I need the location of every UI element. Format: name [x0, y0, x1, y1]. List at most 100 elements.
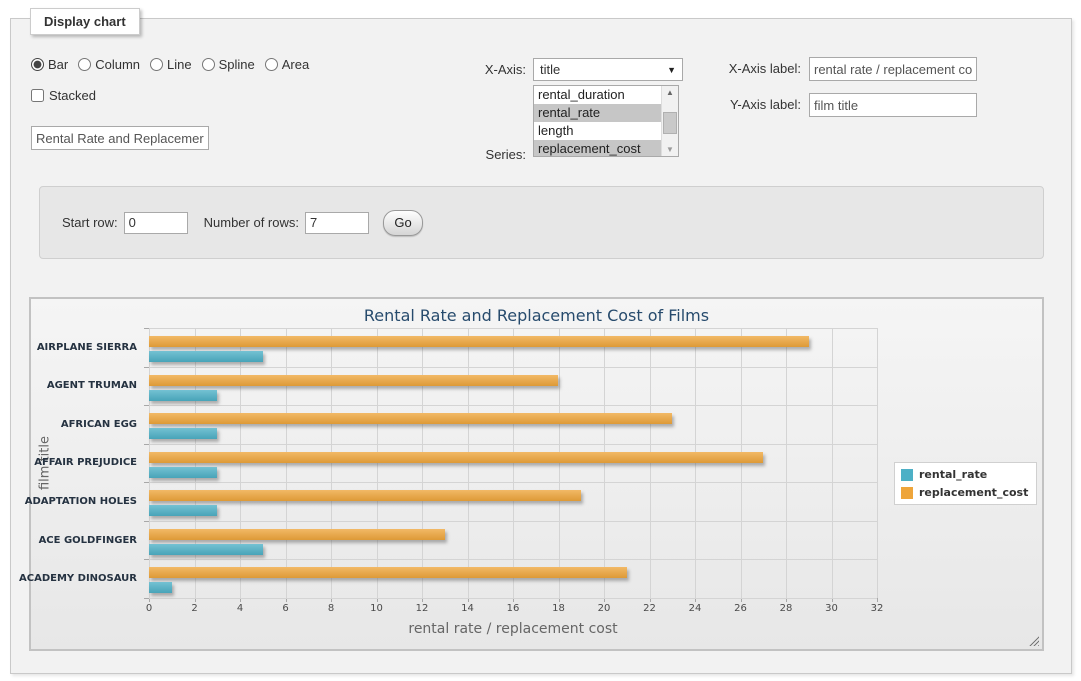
start-row-input[interactable] — [124, 212, 188, 234]
y-gridline — [149, 367, 877, 368]
x-gridline — [468, 328, 469, 598]
stacked-checkbox-row[interactable]: Stacked — [31, 88, 96, 103]
y-gridline — [149, 405, 877, 406]
y-tick-mark — [144, 444, 149, 445]
chart-type-radio-group: Bar Column Line Spline Area — [31, 57, 309, 72]
chart-type-column[interactable]: Column — [78, 57, 140, 72]
scrollbar-down-icon[interactable]: ▼ — [662, 143, 678, 156]
x-axis-select-label: X-Axis: — [421, 62, 526, 77]
category-label: ADAPTATION HOLES — [31, 482, 137, 521]
scrollbar-thumb[interactable] — [663, 112, 677, 134]
chevron-down-icon: ▼ — [667, 65, 676, 75]
series-select-label: Series: — [421, 147, 526, 162]
x-gridline — [422, 328, 423, 598]
y-gridline — [149, 444, 877, 445]
chart-type-area[interactable]: Area — [265, 57, 309, 72]
x-tick-label: 0 — [146, 603, 152, 614]
number-of-rows-input[interactable] — [305, 212, 369, 234]
x-tick-label: 16 — [507, 603, 520, 614]
chart-type-line[interactable]: Line — [150, 57, 192, 72]
x-tick-label: 4 — [237, 603, 243, 614]
chart-type-radio-bar[interactable] — [31, 58, 44, 71]
x-axis-selected-value: title — [540, 62, 560, 77]
x-axis-label-input[interactable] — [809, 57, 977, 81]
x-tick-label: 20 — [598, 603, 611, 614]
legend-label: rental_rate — [919, 468, 987, 481]
chart-legend: rental_rate replacement_cost — [894, 462, 1037, 505]
bar-rental_rate — [149, 582, 172, 593]
scrollbar-up-icon[interactable]: ▲ — [662, 86, 678, 99]
series-scrollbar[interactable]: ▲ ▼ — [661, 86, 678, 156]
x-tick-mark — [877, 598, 878, 602]
category-label: AGENT TRUMAN — [31, 367, 137, 406]
y-tick-mark — [144, 328, 149, 329]
legend-label: replacement_cost — [919, 486, 1028, 499]
category-label: ACADEMY DINOSAUR — [31, 559, 137, 598]
stacked-checkbox[interactable] — [31, 89, 44, 102]
chart-type-bar[interactable]: Bar — [31, 57, 68, 72]
x-gridline — [195, 328, 196, 598]
bar-replacement_cost — [149, 375, 558, 386]
y-gridline — [149, 521, 877, 522]
chart-type-radio-column[interactable] — [78, 58, 91, 71]
x-tick-label: 32 — [871, 603, 884, 614]
legend-swatch — [901, 487, 913, 499]
category-label: AIRPLANE SIERRA — [31, 328, 137, 367]
category-labels: AIRPLANE SIERRAAGENT TRUMANAFRICAN EGGAF… — [31, 328, 143, 598]
bar-replacement_cost — [149, 567, 627, 578]
x-tick-label: 6 — [282, 603, 288, 614]
series-option-rental_duration[interactable]: rental_duration — [534, 86, 662, 104]
number-of-rows-label: Number of rows: — [204, 215, 299, 230]
x-gridline — [377, 328, 378, 598]
x-gridline — [877, 328, 878, 598]
series-options: rental_durationrental_ratelengthreplacem… — [534, 86, 662, 156]
series-option-rental_rate[interactable]: rental_rate — [534, 104, 662, 122]
fieldset-legend: Display chart — [30, 8, 140, 35]
legend-item-replacement_cost[interactable]: replacement_cost — [901, 486, 1028, 499]
bar-rental_rate — [149, 544, 263, 555]
go-button[interactable]: Go — [383, 210, 423, 236]
series-multiselect[interactable]: rental_durationrental_ratelengthreplacem… — [533, 85, 679, 157]
x-gridline — [650, 328, 651, 598]
legend-item-rental_rate[interactable]: rental_rate — [901, 468, 1028, 481]
x-tick-label: 18 — [552, 603, 565, 614]
y-axis-label-caption: Y-Axis label: — [711, 97, 801, 112]
bar-rental_rate — [149, 505, 217, 516]
bar-rental_rate — [149, 390, 217, 401]
x-tick-label: 2 — [191, 603, 197, 614]
category-label: AFRICAN EGG — [31, 405, 137, 444]
chart-type-radio-line[interactable] — [150, 58, 163, 71]
x-gridline — [832, 328, 833, 598]
y-tick-mark — [144, 405, 149, 406]
x-axis-select[interactable]: title ▼ — [533, 58, 683, 81]
y-gridline — [149, 482, 877, 483]
row-range-panel: Start row: Number of rows: Go — [39, 186, 1044, 259]
x-gridline — [240, 328, 241, 598]
x-axis-title: rental rate / replacement cost — [149, 621, 877, 637]
series-option-length[interactable]: length — [534, 122, 662, 140]
y-gridline — [149, 328, 877, 329]
display-chart-panel: BarColumnLineSplineArea Stacked X-Axis: … — [10, 18, 1072, 674]
resize-grip-icon[interactable] — [1028, 635, 1039, 646]
x-tick-label: 14 — [461, 603, 474, 614]
x-tick-label: 22 — [643, 603, 656, 614]
x-gridline — [559, 328, 560, 598]
category-label: AFFAIR PREJUDICE — [31, 444, 137, 483]
x-gridline — [331, 328, 332, 598]
y-axis-label-input[interactable] — [809, 93, 977, 117]
y-tick-mark — [144, 367, 149, 368]
bar-replacement_cost — [149, 452, 763, 463]
bar-replacement_cost — [149, 490, 581, 501]
chart-title: Rental Rate and Replacement Cost of Film… — [31, 306, 1042, 325]
chart-title-input[interactable] — [31, 126, 209, 150]
category-label: ACE GOLDFINGER — [31, 521, 137, 560]
x-axis-label-caption: X-Axis label: — [711, 61, 801, 76]
start-row-label: Start row: — [62, 215, 118, 230]
bar-rental_rate — [149, 351, 263, 362]
chart-type-spline[interactable]: Spline — [202, 57, 255, 72]
x-tick-label: 28 — [780, 603, 793, 614]
chart-type-radio-spline[interactable] — [202, 58, 215, 71]
series-option-replacement_cost[interactable]: replacement_cost — [534, 140, 662, 156]
chart-type-radio-area[interactable] — [265, 58, 278, 71]
y-tick-mark — [144, 482, 149, 483]
